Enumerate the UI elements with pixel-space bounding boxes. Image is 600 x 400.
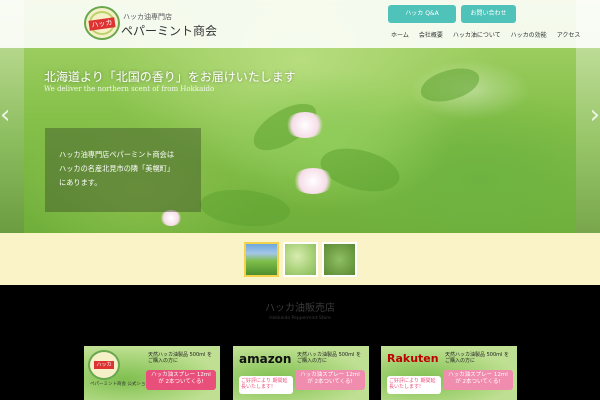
nav-about-oil[interactable]: ハッカ油について bbox=[453, 30, 501, 39]
slide-thumbnail-2[interactable] bbox=[283, 242, 318, 277]
store-section: ハッカ油販売店 Hokkaido Peppermint Store ハッカ ペパ… bbox=[0, 285, 600, 400]
mint-flower bbox=[285, 112, 325, 138]
info-line: ハッカの名産北見市の隣「美幌町」 bbox=[59, 164, 175, 173]
shop-subtitle: ハッカ油専門店 bbox=[123, 13, 172, 21]
logo-badge: ハッカ bbox=[94, 361, 114, 369]
banner-offer: ハッカ油スプレー 12ml が 2本ついてくる! bbox=[295, 370, 365, 390]
nav-effects[interactable]: ハッカの効能 bbox=[511, 30, 547, 39]
banner-offer: ハッカ油スプレー 12ml が 2本ついてくる! bbox=[146, 370, 216, 390]
slider-thumbnails bbox=[0, 233, 600, 285]
next-slide-arrow[interactable]: › bbox=[590, 100, 600, 130]
mint-flower bbox=[160, 210, 182, 226]
contact-button[interactable]: お問い合わせ bbox=[461, 5, 516, 23]
amazon-shop-banner[interactable]: amazon 天然ハッカ油製品 500ml をご購入の方に ご好評により 期間延… bbox=[233, 346, 369, 400]
slide-thumbnail-3[interactable] bbox=[322, 242, 357, 277]
leaf-decoration bbox=[417, 65, 483, 105]
banner-message: 天然ハッカ油製品 500ml をご購入の方に bbox=[445, 352, 509, 364]
prev-slide-arrow[interactable]: ‹ bbox=[0, 100, 10, 130]
shop-logo[interactable]: ハッカ bbox=[84, 6, 120, 40]
hero-info-box: ハッカ油専門店ペパーミント商会は ハッカの名産北見市の隣「美幌町」 にあります。 bbox=[45, 128, 201, 212]
section-title: ハッカ油販売店 bbox=[265, 303, 335, 314]
banner-message: 天然ハッカ油製品 500ml をご購入の方に bbox=[148, 352, 212, 364]
nav-access[interactable]: アクセス bbox=[557, 30, 581, 39]
leaf-decoration bbox=[315, 137, 405, 203]
site-header: ハッカ ハッカ油専門店 ペパーミント商会 ハッカ Q&A お問い合わせ ホーム … bbox=[0, 0, 600, 48]
banner-caption: ペパーミント商会 公式ショップ bbox=[90, 382, 155, 387]
shop-name[interactable]: ペパーミント商会 bbox=[121, 22, 217, 39]
info-line: にあります。 bbox=[59, 178, 102, 187]
info-line: ハッカ油専門店ペパーミント商会は bbox=[59, 150, 175, 159]
mint-flower bbox=[292, 168, 334, 194]
main-nav: ホーム 会社概要 ハッカ油について ハッカの効能 アクセス bbox=[391, 30, 590, 39]
section-subtitle: Hokkaido Peppermint Store bbox=[269, 316, 331, 321]
shop-logo-small: ハッカ bbox=[88, 350, 120, 380]
banner-note: ご好評により 期間延長いたします! bbox=[387, 376, 441, 394]
official-shop-banner[interactable]: ハッカ ペパーミント商会 公式ショップ 天然ハッカ油製品 500ml をご購入の… bbox=[84, 346, 220, 400]
hero-tagline: 北海道より「北国の香り」をお届けいたします bbox=[44, 70, 296, 84]
rakuten-logo: Rakuten bbox=[387, 352, 439, 365]
banner-offer: ハッカ油スプレー 12ml が 2本ついてくる! bbox=[443, 370, 513, 390]
amazon-logo: amazon bbox=[239, 352, 292, 366]
banner-note: ご好評により 期間延長いたします! bbox=[239, 376, 293, 394]
slide-thumbnail-1[interactable] bbox=[244, 242, 279, 277]
nav-company[interactable]: 会社概要 bbox=[419, 30, 443, 39]
banner-message: 天然ハッカ油製品 500ml をご購入の方に bbox=[297, 352, 361, 364]
leaf-decoration bbox=[197, 182, 293, 233]
qa-button[interactable]: ハッカ Q&A bbox=[388, 5, 456, 23]
rakuten-shop-banner[interactable]: Rakuten 天然ハッカ油製品 500ml をご購入の方に ご好評により 期間… bbox=[381, 346, 517, 400]
hero-tagline-english: We deliver the northern scent of from Ho… bbox=[44, 85, 215, 93]
nav-home[interactable]: ホーム bbox=[391, 30, 409, 39]
